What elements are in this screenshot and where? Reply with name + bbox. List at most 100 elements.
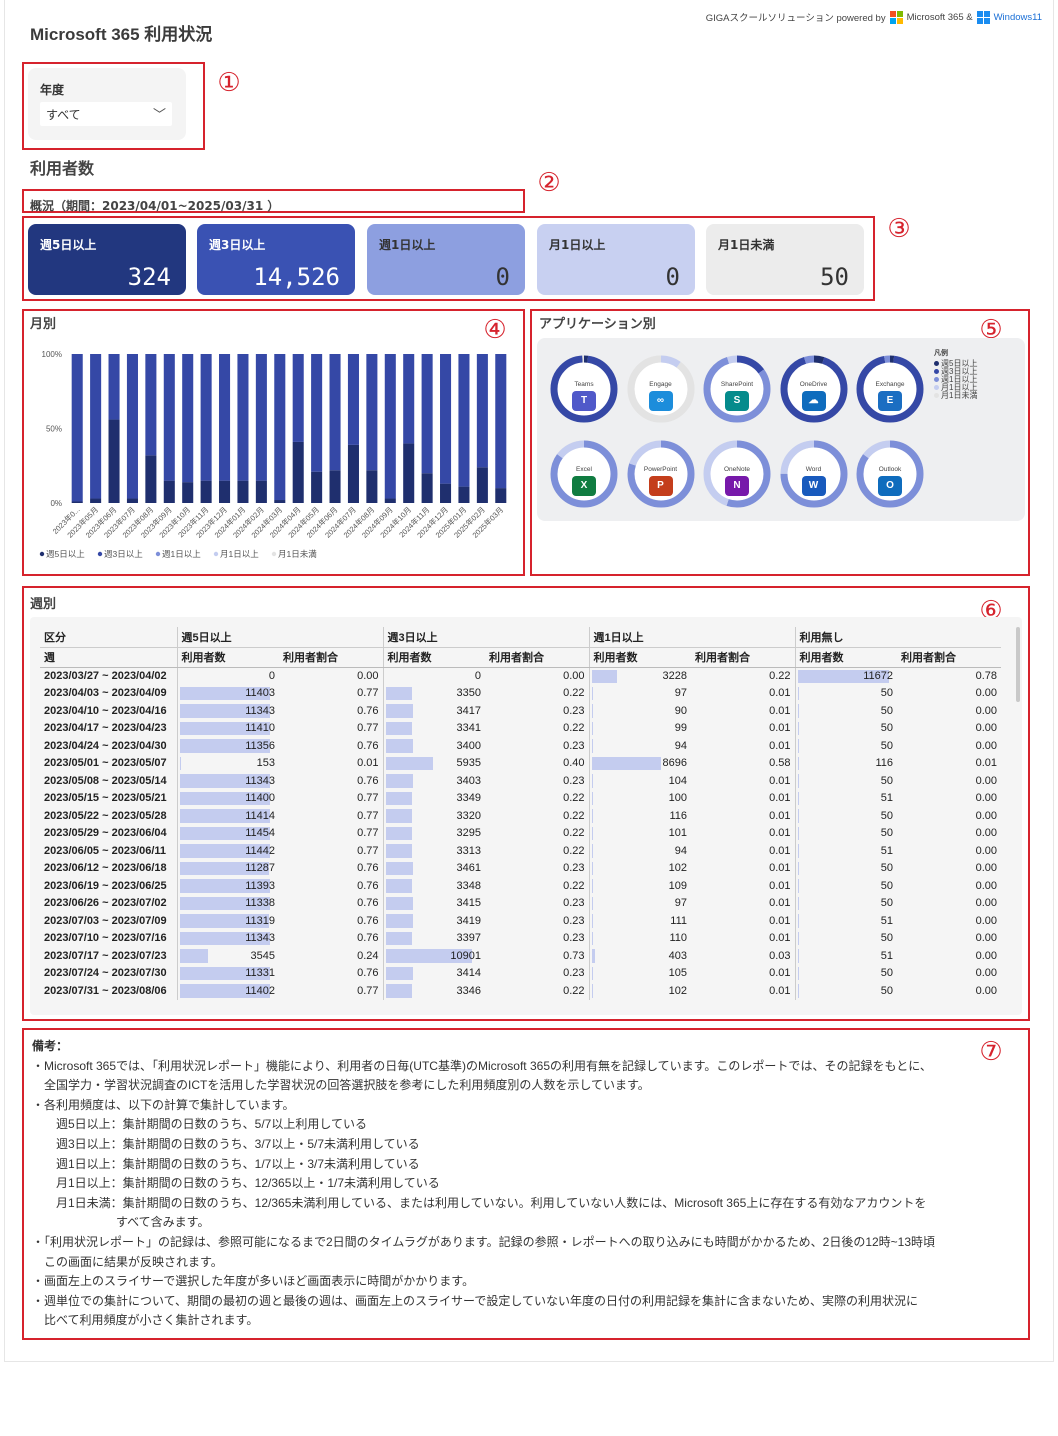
bar-segment[interactable] [145,354,157,456]
bar-segment[interactable] [200,480,212,503]
bar-segment[interactable] [403,443,415,503]
kpi-card[interactable]: 月1日以上 0 [537,224,695,295]
bar-segment[interactable] [366,354,378,471]
bar-segment[interactable] [126,354,138,499]
bar-segment[interactable] [255,480,267,503]
bar-segment[interactable] [274,354,286,501]
table-row[interactable]: 2023/05/01 ~ 2023/05/07 153 0.01 5935 0.40 86… [40,754,1001,772]
table-row[interactable]: 2023/05/15 ~ 2023/05/21 11400 0.77 3349 0.22… [40,789,1001,807]
bar-segment[interactable] [329,470,341,503]
count-cell: 3295 [382,824,485,842]
kpi-card[interactable]: 週5日以上 324 [28,224,186,295]
bar-segment[interactable] [292,441,304,503]
header-kubun: 区分 [40,627,177,648]
table-row[interactable]: 2023/04/10 ~ 2023/04/16 11343 0.76 3417 0.23… [40,702,1001,720]
table-row[interactable]: 2023/05/22 ~ 2023/05/28 11414 0.77 3320 0.22… [40,807,1001,825]
bar-segment[interactable] [458,486,470,503]
bar-segment[interactable] [237,354,249,481]
table-row[interactable]: 2023/04/17 ~ 2023/04/23 11410 0.77 3341 0.22… [40,719,1001,737]
table-row[interactable]: 2023/04/03 ~ 2023/04/09 11403 0.77 3350 0.22… [40,684,1001,702]
bar-segment[interactable] [108,354,120,420]
app-ring-engage[interactable]: Engage ∞ [626,354,696,424]
table-row[interactable]: 2023/07/10 ~ 2023/07/16 11343 0.76 3397 0.23… [40,929,1001,947]
app-ring-exchange[interactable]: Exchange E [855,354,925,424]
bar-segment[interactable] [71,501,83,503]
table-row[interactable]: 2023/05/29 ~ 2023/06/04 11454 0.77 3295 0.22… [40,824,1001,842]
kpi-card[interactable]: 月1日未満 50 [706,224,864,295]
bar-segment[interactable] [71,354,83,502]
bar-segment[interactable] [329,354,341,471]
bar-segment[interactable] [200,354,212,481]
bar-segment[interactable] [384,354,396,499]
count-cell: 11287 [176,859,279,877]
bar-segment[interactable] [274,500,286,503]
data-bar [591,826,593,840]
bar-segment[interactable] [108,419,120,503]
bar-segment[interactable] [421,473,433,503]
bar-segment[interactable] [219,354,231,481]
table-row[interactable]: 2023/05/08 ~ 2023/05/14 11343 0.76 3403 0.23… [40,772,1001,790]
year-dropdown[interactable]: すべて ﹀ [40,102,172,126]
table-row[interactable]: 2023/07/24 ~ 2023/07/30 11331 0.76 3414 0.23… [40,964,1001,982]
bar-segment[interactable] [347,354,359,445]
bar-segment[interactable] [219,480,231,503]
bar-segment[interactable] [163,354,175,481]
data-bar [591,861,593,875]
bar-segment[interactable] [182,354,194,483]
table-row[interactable]: 2023/06/19 ~ 2023/06/25 11393 0.76 3348 0.22… [40,877,1001,895]
app-ring-onedrive[interactable]: OneDrive ☁ [779,354,849,424]
bar-segment[interactable] [145,455,157,503]
table-row[interactable]: 2023/06/12 ~ 2023/06/18 11287 0.76 3461 0.23… [40,859,1001,877]
bar-segment[interactable] [126,498,138,503]
bar-segment[interactable] [458,354,470,487]
data-bar [591,669,618,683]
app-ring-onenote[interactable]: OneNote N [702,439,772,509]
app-ring-teams[interactable]: Teams T [549,354,619,424]
table-row[interactable]: 2023/06/05 ~ 2023/06/11 11442 0.77 3313 0.22… [40,842,1001,860]
table-row[interactable]: 2023/07/17 ~ 2023/07/23 3545 0.24 10901 0.73… [40,947,1001,965]
kpi-card[interactable]: 週3日以上 14,526 [197,224,355,295]
app-ring-outlook[interactable]: Outlook O [855,439,925,509]
bar-segment[interactable] [440,483,452,503]
bar-segment[interactable] [421,354,433,474]
app-ring-word[interactable]: Word W [779,439,849,509]
count-cell: 0 [176,667,279,685]
bar-segment[interactable] [495,488,507,503]
kpi-label: 週3日以上 [209,238,266,252]
bar-segment[interactable] [476,354,488,468]
count-cell: 11410 [176,719,279,737]
table-row[interactable]: 2023/03/27 ~ 2023/04/02 0 0.00 0 0.00 3228 0.2… [40,667,1001,685]
bar-segment[interactable] [384,498,396,503]
app-ring-excel[interactable]: Excel X [549,439,619,509]
bar-segment[interactable] [440,354,452,484]
table-row[interactable]: 2023/04/24 ~ 2023/04/30 11356 0.76 3400 0.23… [40,737,1001,755]
bar-segment[interactable] [403,354,415,444]
bar-segment[interactable] [90,354,102,499]
bar-segment[interactable] [163,480,175,503]
bar-segment[interactable] [366,470,378,503]
bar-segment[interactable] [311,471,323,503]
table-row[interactable]: 2023/07/03 ~ 2023/07/09 11319 0.76 3419 0.23… [40,912,1001,930]
app-ring-sharepoint[interactable]: SharePoint S [702,354,772,424]
bar-segment[interactable] [90,498,102,503]
app-ring-powerpoint[interactable]: PowerPoint P [626,439,696,509]
ratio-cell: 0.01 [769,792,791,805]
slicer-label: 年度 [40,83,65,97]
count-value: 51 [880,914,893,927]
bar-segment[interactable] [495,354,507,489]
count-cell: 104 [588,772,691,790]
bar-segment[interactable] [311,354,323,472]
brand-prefix: GIGAスクールソリューション powered by [705,13,886,24]
table-row[interactable]: 2023/06/26 ~ 2023/07/02 11338 0.76 3415 0.23… [40,894,1001,912]
ratio-cell: 0.00 [975,862,997,875]
bar-segment[interactable] [292,354,304,442]
bar-segment[interactable] [255,354,267,481]
count-cell: 11454 [176,824,279,842]
bar-segment[interactable] [347,444,359,503]
bar-segment[interactable] [476,467,488,503]
bar-segment[interactable] [182,482,194,503]
bar-segment[interactable] [237,480,249,503]
table-scrollbar[interactable] [1016,627,1020,702]
kpi-card[interactable]: 週1日以上 0 [367,224,525,295]
table-row[interactable]: 2023/07/31 ~ 2023/08/06 11402 0.77 3346 0.22… [40,982,1001,1000]
